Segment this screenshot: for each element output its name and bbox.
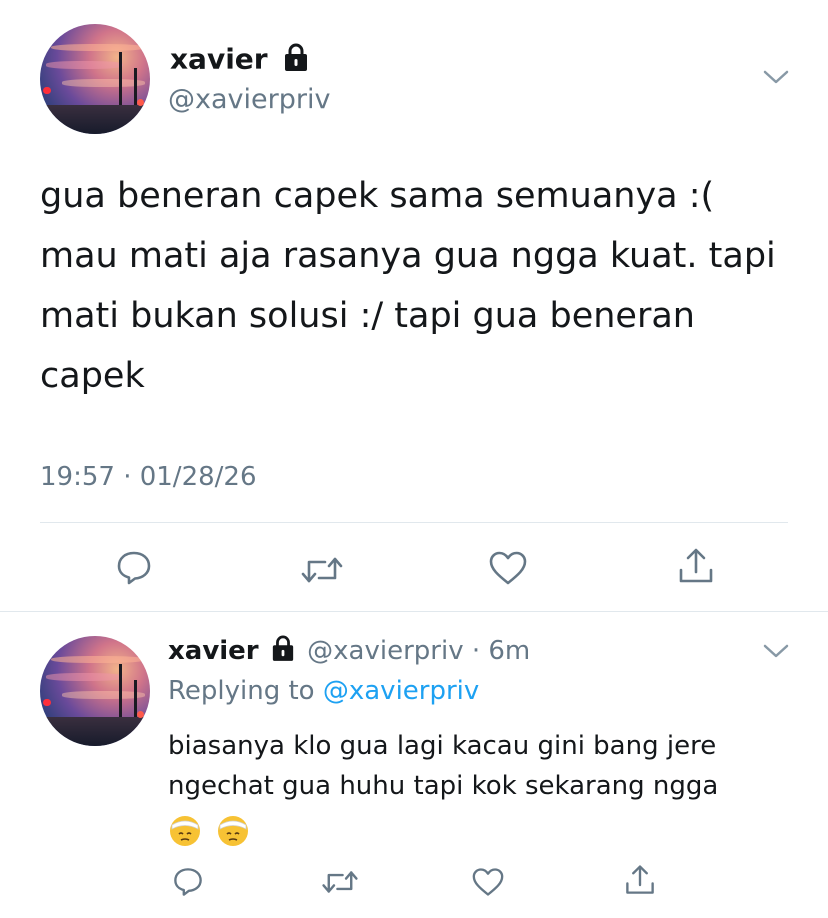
lock-icon xyxy=(283,42,309,79)
avatar[interactable] xyxy=(40,24,150,134)
reply-text: biasanya klo gua lagi kacau gini bang je… xyxy=(168,726,788,850)
chevron-down-icon[interactable] xyxy=(762,642,790,664)
comment-icon xyxy=(174,868,202,896)
replying-to: Replying to @xavierpriv xyxy=(168,676,479,706)
share-icon xyxy=(679,548,713,583)
share-button[interactable] xyxy=(620,860,660,900)
reply-button[interactable] xyxy=(168,862,208,902)
share-button[interactable] xyxy=(674,544,718,588)
main-tweet: xavier @xavierpriv gua beneran capek sam… xyxy=(0,0,828,612)
share-icon xyxy=(626,865,654,894)
heart-icon xyxy=(489,551,527,585)
tweet-separator xyxy=(0,611,828,612)
tweet-text: gua beneran capek sama semuanya :( mau m… xyxy=(40,176,776,396)
divider xyxy=(40,522,788,523)
handle[interactable]: @xavierpriv xyxy=(168,84,330,115)
display-name[interactable]: xavier xyxy=(170,43,268,76)
retweet-button[interactable] xyxy=(318,862,362,902)
meta-separator: · xyxy=(471,636,481,666)
retweet-button[interactable] xyxy=(298,548,346,592)
chevron-down-icon[interactable] xyxy=(762,68,790,90)
reply-text-content: biasanya klo gua lagi kacau gini bang je… xyxy=(168,731,719,801)
replying-to-label: Replying to xyxy=(168,676,315,706)
comment-icon xyxy=(117,551,151,585)
reply-button[interactable] xyxy=(112,546,156,590)
timestamp[interactable]: 19:57 · 01/28/26 xyxy=(40,462,257,492)
replying-to-handle[interactable]: @xavierpriv xyxy=(323,676,479,706)
like-button[interactable] xyxy=(486,546,530,590)
like-button[interactable] xyxy=(468,862,508,902)
lock-icon xyxy=(271,634,295,669)
reply-header: xavier @xavierpriv · 6m xyxy=(168,634,530,669)
heart-icon xyxy=(472,868,504,896)
avatar[interactable] xyxy=(40,636,150,746)
emoji-row xyxy=(168,810,788,850)
face-with-head-bandage-emoji xyxy=(170,815,200,846)
display-name[interactable]: xavier xyxy=(168,636,259,666)
handle[interactable]: @xavierpriv xyxy=(307,636,463,666)
tweet-age[interactable]: 6m xyxy=(488,636,530,666)
face-with-head-bandage-emoji xyxy=(218,815,249,846)
retweet-icon xyxy=(322,871,358,893)
display-name-row[interactable]: xavier xyxy=(170,42,309,79)
retweet-icon xyxy=(301,557,343,583)
